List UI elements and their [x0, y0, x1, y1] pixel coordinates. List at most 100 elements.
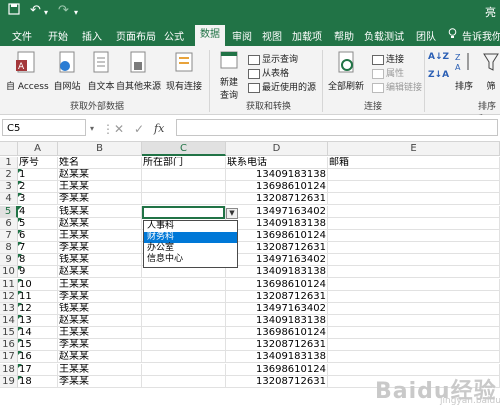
- cell-d15[interactable]: 13698610124: [226, 327, 328, 340]
- row-header[interactable]: 7: [0, 229, 18, 242]
- cell-b4[interactable]: 李某某: [58, 193, 142, 206]
- dropdown-option[interactable]: 人事科: [144, 221, 237, 232]
- cell-e2[interactable]: [328, 169, 500, 182]
- cell-e8[interactable]: [328, 242, 500, 255]
- from-text-button[interactable]: 自文本: [84, 50, 118, 92]
- tab-home[interactable]: 开始: [48, 28, 68, 43]
- cell-d17[interactable]: 13409183138: [226, 351, 328, 364]
- selected-cell-c5[interactable]: [142, 206, 225, 219]
- cell-a15[interactable]: 14: [18, 327, 58, 340]
- from-table-button[interactable]: 从表格: [248, 66, 289, 79]
- cell-e16[interactable]: [328, 339, 500, 352]
- from-other-sources-button[interactable]: 自其他来源: [116, 50, 161, 92]
- cell-a6[interactable]: 5: [18, 217, 58, 230]
- cell-e4[interactable]: [328, 193, 500, 206]
- dropdown-option[interactable]: 信息中心: [144, 254, 237, 265]
- cell-c10[interactable]: [142, 266, 226, 279]
- cell-c18[interactable]: [142, 363, 226, 376]
- cell-d19[interactable]: 13208712631: [226, 375, 328, 388]
- column-header-d[interactable]: D: [226, 142, 328, 156]
- cell-a13[interactable]: 12: [18, 302, 58, 315]
- cell-c2[interactable]: [142, 169, 226, 182]
- existing-connections-button[interactable]: 现有连接: [164, 50, 204, 92]
- cell-a17[interactable]: 16: [18, 351, 58, 364]
- cell-d4[interactable]: 13208712631: [226, 193, 328, 206]
- row-header[interactable]: 19: [0, 375, 18, 388]
- cell-b11[interactable]: 王某某: [58, 278, 142, 291]
- connections-button[interactable]: 连接: [372, 52, 404, 65]
- cell-e1[interactable]: 邮箱: [328, 157, 500, 169]
- cell-a5[interactable]: 4: [18, 205, 58, 218]
- recent-sources-button[interactable]: 最近使用的源: [248, 80, 316, 93]
- column-header-a[interactable]: A: [18, 142, 58, 156]
- cell-b1[interactable]: 姓名: [58, 157, 142, 169]
- column-header-e[interactable]: E: [328, 142, 500, 156]
- cell-d14[interactable]: 13409183138: [226, 314, 328, 327]
- refresh-all-button[interactable]: 全部刷新: [326, 50, 366, 92]
- dropdown-arrow-button[interactable]: ▼: [226, 208, 238, 219]
- cell-b13[interactable]: 钱某某: [58, 302, 142, 315]
- cell-c15[interactable]: [142, 327, 226, 340]
- cell-d5[interactable]: 13497163402: [226, 205, 328, 218]
- sort-button[interactable]: ZA 排序: [452, 50, 476, 92]
- row-header[interactable]: 9: [0, 254, 18, 267]
- name-box-dropdown-icon[interactable]: ▾: [90, 124, 94, 133]
- row-header[interactable]: 16: [0, 339, 18, 352]
- properties-button[interactable]: 属性: [372, 66, 404, 79]
- cell-a4[interactable]: 3: [18, 193, 58, 206]
- edit-links-button[interactable]: 编辑链接: [372, 80, 422, 93]
- cell-a11[interactable]: 10: [18, 278, 58, 291]
- cell-d9[interactable]: 13497163402: [226, 254, 328, 267]
- sort-za-button[interactable]: Z↓A: [428, 70, 449, 80]
- dropdown-option[interactable]: 办公室: [144, 243, 237, 254]
- row-header[interactable]: 5: [0, 205, 18, 218]
- cell-c12[interactable]: [142, 290, 226, 303]
- undo-icon[interactable]: ↶: [30, 3, 41, 18]
- cell-b7[interactable]: 王某某: [58, 229, 142, 242]
- cell-d8[interactable]: 13208712631: [226, 242, 328, 255]
- cell-b14[interactable]: 赵某某: [58, 314, 142, 327]
- row-header[interactable]: 18: [0, 363, 18, 376]
- cell-c19[interactable]: [142, 375, 226, 388]
- row-header[interactable]: 12: [0, 290, 18, 303]
- row-header[interactable]: 8: [0, 242, 18, 255]
- tab-addins[interactable]: 加载项: [292, 28, 322, 43]
- row-header[interactable]: 1: [0, 157, 18, 169]
- cell-a14[interactable]: 13: [18, 314, 58, 327]
- cell-a16[interactable]: 15: [18, 339, 58, 352]
- cell-c16[interactable]: [142, 339, 226, 352]
- cell-b19[interactable]: 李某某: [58, 375, 142, 388]
- tab-insert[interactable]: 插入: [82, 28, 102, 43]
- cell-e9[interactable]: [328, 254, 500, 267]
- cell-b18[interactable]: 王某某: [58, 363, 142, 376]
- new-query-button[interactable]: 新建 查询: [214, 50, 244, 101]
- cell-a7[interactable]: 6: [18, 229, 58, 242]
- tab-load-test[interactable]: 负载测试: [364, 28, 404, 43]
- row-header[interactable]: 4: [0, 193, 18, 206]
- tab-file[interactable]: 文件: [12, 28, 32, 43]
- tell-me-box[interactable]: 告诉我你: [462, 28, 500, 43]
- row-header[interactable]: 11: [0, 278, 18, 291]
- from-web-button[interactable]: 自网站: [50, 50, 84, 92]
- cell-b8[interactable]: 李某某: [58, 242, 142, 255]
- sort-az-button[interactable]: A↓Z: [428, 52, 449, 62]
- undo-dropdown-icon[interactable]: ▾: [44, 8, 48, 17]
- cell-b6[interactable]: 赵某某: [58, 217, 142, 230]
- tab-team[interactable]: 团队: [416, 28, 436, 43]
- cell-e6[interactable]: [328, 217, 500, 230]
- cell-d18[interactable]: 13698610124: [226, 363, 328, 376]
- save-icon[interactable]: [8, 3, 20, 19]
- cell-a3[interactable]: 2: [18, 181, 58, 194]
- tab-formulas[interactable]: 公式: [164, 28, 184, 43]
- cell-b16[interactable]: 李某某: [58, 339, 142, 352]
- cancel-icon[interactable]: ✕: [114, 122, 124, 136]
- tab-page-layout[interactable]: 页面布局: [116, 28, 156, 43]
- row-header[interactable]: 17: [0, 351, 18, 364]
- row-header[interactable]: 10: [0, 266, 18, 279]
- cell-d12[interactable]: 13208712631: [226, 290, 328, 303]
- cell-a8[interactable]: 7: [18, 242, 58, 255]
- tab-review[interactable]: 审阅: [232, 28, 252, 43]
- cell-a19[interactable]: 18: [18, 375, 58, 388]
- cell-d10[interactable]: 13409183138: [226, 266, 328, 279]
- row-header[interactable]: 2: [0, 169, 18, 182]
